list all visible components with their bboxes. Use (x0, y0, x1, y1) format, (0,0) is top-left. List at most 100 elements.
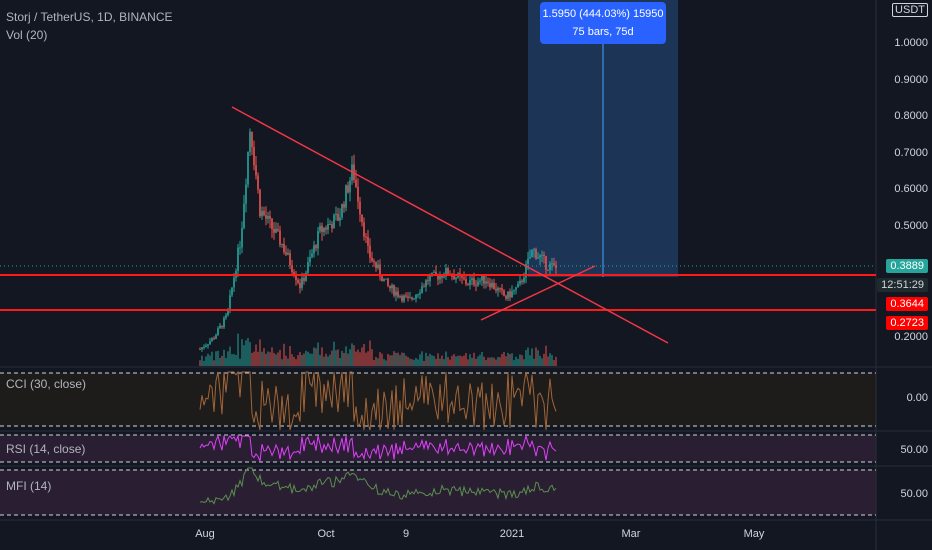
volume-bar (549, 353, 551, 366)
volume-bar (459, 355, 461, 366)
volume-bar (507, 352, 509, 366)
price-tick: 0.6000 (894, 183, 928, 195)
candle-body (345, 185, 347, 208)
volume-bar (273, 352, 275, 366)
volume-bar (343, 353, 345, 366)
candle-body (405, 295, 407, 297)
candle-body (275, 228, 277, 233)
chart-canvas[interactable] (0, 0, 932, 550)
candle-body (395, 291, 397, 296)
volume-bar (351, 343, 353, 366)
volume-bar (221, 355, 223, 366)
candle-body (429, 276, 431, 282)
volume-bar (335, 350, 337, 366)
rsi-legend[interactable]: RSI (14, close) (6, 442, 85, 456)
candle-body (495, 288, 497, 291)
candle-body (443, 276, 445, 278)
volume-bar (433, 355, 435, 366)
volume-bar (207, 353, 209, 366)
candle-body (309, 257, 311, 263)
candle-body (307, 262, 309, 273)
volume-bar (417, 359, 419, 366)
candle-body (517, 283, 519, 288)
volume-bar (239, 358, 241, 366)
candle-body (471, 278, 473, 281)
time-label: May (743, 528, 765, 540)
volume-bar (375, 356, 377, 366)
candle-body (201, 347, 203, 350)
candle-body (299, 282, 301, 288)
candle-body (237, 247, 239, 271)
volume-bar (277, 352, 279, 366)
volume-bar (291, 354, 293, 366)
candle-body (483, 275, 485, 284)
candle-body (481, 275, 483, 281)
volume-bar (379, 352, 381, 366)
volume-bar (269, 352, 271, 366)
volume-bar (453, 354, 455, 366)
cci-legend[interactable]: CCI (30, close) (6, 377, 86, 391)
volume-bar (535, 347, 537, 366)
volume-bar (253, 351, 255, 366)
candle-body (241, 227, 243, 248)
candle-body (401, 296, 403, 302)
mfi-legend[interactable]: MFI (14) (6, 479, 51, 493)
candle-body (337, 213, 339, 221)
candle-body (283, 243, 285, 253)
volume-bar (541, 358, 543, 366)
volume-bar (331, 350, 333, 366)
volume-bar (299, 352, 301, 366)
volume-bar (267, 351, 269, 366)
candle-body (279, 230, 281, 245)
measure-bars: 75 bars, 75d (572, 26, 634, 38)
candle-body (463, 277, 465, 280)
volume-bar (223, 349, 225, 366)
candle-body (521, 280, 523, 282)
volume-bar (215, 351, 217, 366)
candle-body (367, 236, 369, 246)
candle-body (281, 243, 283, 245)
volume-bar (457, 355, 459, 366)
volume-bar (399, 355, 401, 366)
candle-body (507, 291, 509, 299)
candle-body (271, 218, 273, 229)
volume-bar (491, 357, 493, 366)
volume-legend[interactable]: Vol (20) (6, 28, 47, 42)
volume-bar (275, 354, 277, 366)
candle-body (393, 285, 395, 296)
candle-body (273, 228, 275, 233)
volume-bar (319, 354, 321, 366)
candle-body (473, 278, 475, 285)
volume-bar (255, 344, 257, 366)
volume-bar (325, 353, 327, 366)
volume-bar (427, 356, 429, 366)
volume-bar (333, 341, 335, 366)
volume-bar (555, 356, 557, 366)
mfi-pane-band (0, 470, 876, 515)
volume-bar (511, 353, 513, 366)
candle-body (229, 295, 231, 309)
candle-body (477, 281, 479, 286)
symbol-legend[interactable]: Storj / TetherUS, 1D, BINANCE (6, 10, 173, 24)
time-label: 2021 (499, 528, 525, 540)
volume-bar (445, 351, 447, 366)
candle-body (413, 298, 415, 300)
volume-bar (431, 355, 433, 366)
volume-bar (373, 359, 375, 366)
volume-bar (203, 360, 205, 366)
candle-body (333, 215, 335, 229)
volume-bar (383, 359, 385, 366)
volume-bar (509, 354, 511, 366)
volume-bar (209, 355, 211, 366)
currency-badge[interactable]: USDT (892, 3, 928, 17)
volume-bar (389, 355, 391, 366)
volume-bar (393, 351, 395, 366)
volume-bar (545, 345, 547, 366)
volume-bar (365, 352, 367, 366)
volume-bar (461, 356, 463, 366)
candle-body (209, 341, 211, 345)
price-tick: 1.0000 (894, 37, 928, 49)
volume-bar (413, 359, 415, 366)
candle-body (207, 344, 209, 346)
volume-bar (357, 349, 359, 366)
